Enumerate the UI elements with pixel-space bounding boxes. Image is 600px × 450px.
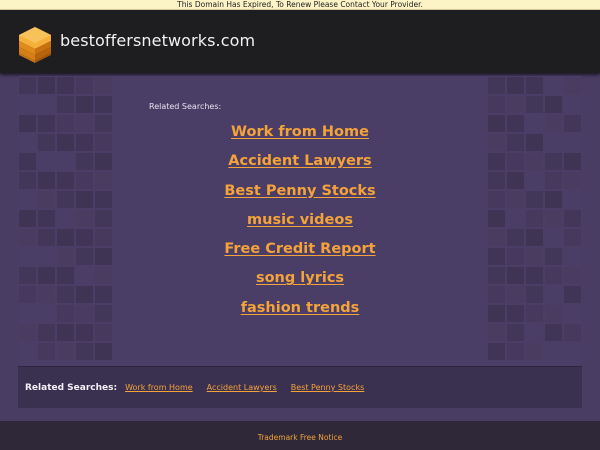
footer-link-work-from-home[interactable]: Work from Home [125,383,193,392]
footer-related-title: Related Searches: [25,382,118,393]
footer-link-accident-lawyers[interactable]: Accident Lawyers [207,383,277,392]
main-content: Related Searches: Work from Home Acciden… [18,76,582,408]
related-links-list: Work from Home Accident Lawyers Best Pen… [18,121,582,326]
page-bottom-bar: Trademark Free Notice [0,421,600,450]
expired-domain-notice-text: This Domain Has Expired, To Renew Please… [177,0,423,9]
related-link-accident-lawyers[interactable]: Accident Lawyers [18,150,582,179]
related-link-fashion-trends[interactable]: fashion trends [18,297,582,326]
stacked-layers-icon [19,27,51,63]
related-link-best-penny-stocks[interactable]: Best Penny Stocks [18,180,582,209]
related-link-music-videos[interactable]: music videos [18,209,582,238]
related-searches-label: Related Searches: [149,102,222,111]
related-link-song-lyrics[interactable]: song lyrics [18,267,582,296]
related-link-free-credit-report[interactable]: Free Credit Report [18,238,582,267]
site-header: bestoffersnetworks.com [0,10,600,73]
site-name: bestoffersnetworks.com [60,31,256,50]
footer-link-best-penny-stocks[interactable]: Best Penny Stocks [291,383,364,392]
trademark-notice-link[interactable]: Trademark Free Notice [258,433,343,442]
footer-related-searches: Related Searches: Work from Home Acciden… [18,366,582,408]
expired-domain-notice: This Domain Has Expired, To Renew Please… [0,0,600,10]
related-link-work-from-home[interactable]: Work from Home [18,121,582,150]
